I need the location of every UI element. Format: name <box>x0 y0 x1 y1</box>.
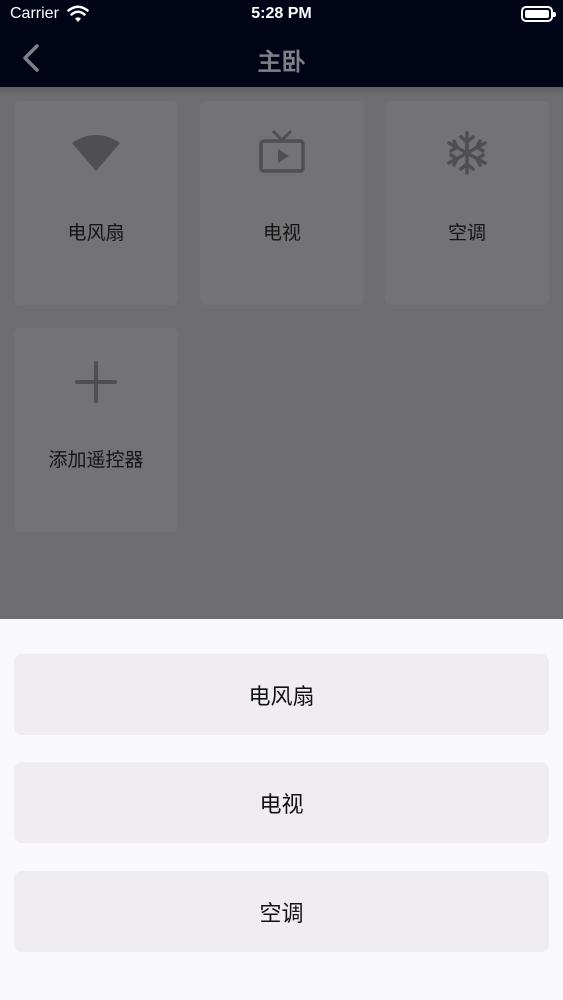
device-tile-fan[interactable]: 电风扇 <box>14 101 178 305</box>
device-label: 空调 <box>447 222 486 244</box>
device-tile-ac[interactable]: 空调 <box>385 101 549 305</box>
sheet-option-tv[interactable]: 电视 <box>14 762 549 843</box>
battery-icon <box>521 6 556 22</box>
device-label: 电视 <box>262 222 301 244</box>
page-title: 主卧 <box>257 48 306 76</box>
tv-icon <box>259 130 305 173</box>
clock: 5:28 PM <box>251 5 312 22</box>
navigation-bar: 主卧 <box>0 30 563 87</box>
sheet-option-ac[interactable]: 空调 <box>14 871 549 952</box>
snowflake-icon <box>447 131 487 175</box>
device-tile-tv[interactable]: 电视 <box>200 101 364 305</box>
plus-icon <box>75 361 117 403</box>
sheet-option-fan[interactable]: 电风扇 <box>14 654 549 735</box>
add-remote-tile[interactable]: 添加遥控器 <box>14 328 178 532</box>
fan-icon <box>72 135 120 171</box>
nav-shadow <box>0 87 563 95</box>
status-bar: Carrier 5:28 PM <box>0 0 563 30</box>
action-sheet: 电风扇 电视 空调 <box>0 619 563 1000</box>
device-label: 添加遥控器 <box>48 449 144 471</box>
device-label: 电风扇 <box>67 222 125 244</box>
